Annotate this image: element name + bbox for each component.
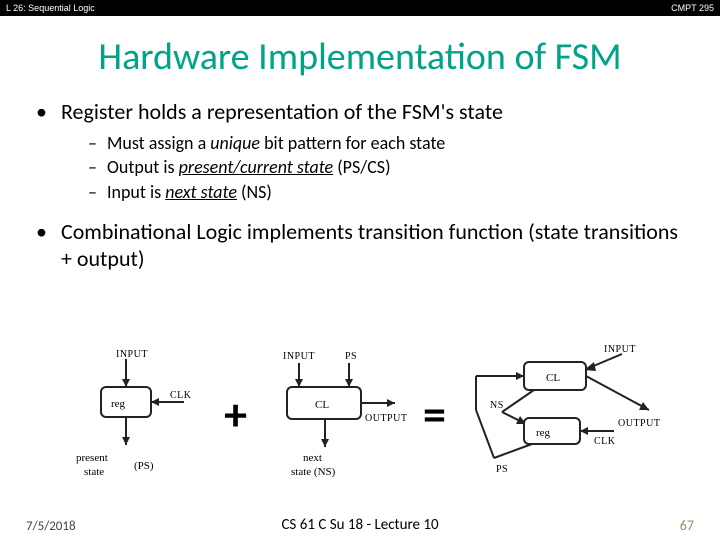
bullet-1: • Register holds a representation of the…: [36, 98, 690, 125]
footer-date: 7/5/2018: [26, 519, 76, 534]
footer-center: CS 61 C Su 18 - Lecture 10: [281, 516, 438, 534]
t-em: next state: [165, 181, 237, 203]
t-em: present/current state: [179, 156, 334, 178]
bullet-2: • Combinational Logic implements transit…: [36, 218, 690, 272]
diagram-cl: INPUT PS CL OUTPUT next state (NS): [255, 345, 415, 485]
page-title: Hardware Implementation of FSM: [0, 34, 720, 80]
ps-label-c: PS: [496, 464, 508, 475]
sub-1a-text: Must assign a unique bit pattern for eac…: [107, 131, 445, 155]
clk-label: CLK: [170, 390, 192, 401]
footer: 7/5/2018 CS 61 C Su 18 - Lecture 10 67: [0, 517, 720, 534]
next-label-a: next: [303, 452, 322, 464]
next-label-b: state (NS): [291, 466, 336, 478]
cl-box-label: CL: [315, 399, 329, 411]
equals-operator: =: [415, 387, 454, 443]
reg-box-label: reg: [111, 398, 126, 410]
present-label: present: [76, 452, 108, 464]
cl-label-c: CL: [546, 372, 560, 384]
t: (PS/CS): [333, 156, 390, 178]
dash-icon: –: [88, 180, 97, 204]
sub-list-1: – Must assign a unique bit pattern for e…: [88, 131, 690, 204]
slide-body: • Register holds a representation of the…: [0, 98, 720, 272]
t: Output is: [107, 156, 179, 178]
bullet-2-text: Combinational Logic implements transitio…: [61, 218, 690, 272]
diagram-row: INPUT reg CLK present state (PS) + INPUT…: [0, 345, 720, 485]
ps-short-label: (PS): [134, 460, 154, 472]
header-left: L 26: Sequential Logic: [6, 3, 95, 13]
t-em: unique: [210, 132, 260, 154]
bullet-1-text: Register holds a representation of the F…: [61, 98, 503, 125]
input-label: INPUT: [116, 349, 148, 360]
reg-label-c: reg: [536, 427, 551, 439]
input-label-c: INPUT: [604, 344, 636, 355]
diagram-register: INPUT reg CLK present state (PS): [56, 345, 216, 485]
sub-1c-text: Input is next state (NS): [107, 180, 272, 204]
sub-item-1a: – Must assign a unique bit pattern for e…: [88, 131, 690, 155]
input-label-b: INPUT: [283, 351, 315, 362]
ns-label: NS: [490, 400, 504, 411]
t: (NS): [237, 181, 272, 203]
t: Input is: [107, 181, 165, 203]
t: Must assign a: [107, 132, 210, 154]
sub-item-1b: – Output is present/current state (PS/CS…: [88, 155, 690, 179]
ps-top-label: PS: [345, 351, 357, 362]
dash-icon: –: [88, 131, 97, 155]
clk-label-c: CLK: [594, 436, 616, 447]
bullet-dot-icon: •: [36, 218, 47, 245]
sub-1b-text: Output is present/current state (PS/CS): [107, 155, 391, 179]
diagram-combined: INPUT CL OUTPUT NS reg CLK PS: [454, 340, 664, 490]
header-bar: L 26: Sequential Logic CMPT 295: [0, 0, 720, 16]
sub-item-1c: – Input is next state (NS): [88, 180, 690, 204]
output-label-c: OUTPUT: [618, 418, 660, 429]
output-label: OUTPUT: [365, 413, 407, 424]
header-right: CMPT 295: [671, 3, 714, 13]
dash-icon: –: [88, 155, 97, 179]
t: bit pattern for each state: [260, 132, 445, 154]
bullet-dot-icon: •: [36, 98, 47, 125]
plus-operator: +: [216, 387, 255, 443]
footer-page: 67: [680, 517, 694, 534]
state-label: state: [84, 466, 104, 478]
